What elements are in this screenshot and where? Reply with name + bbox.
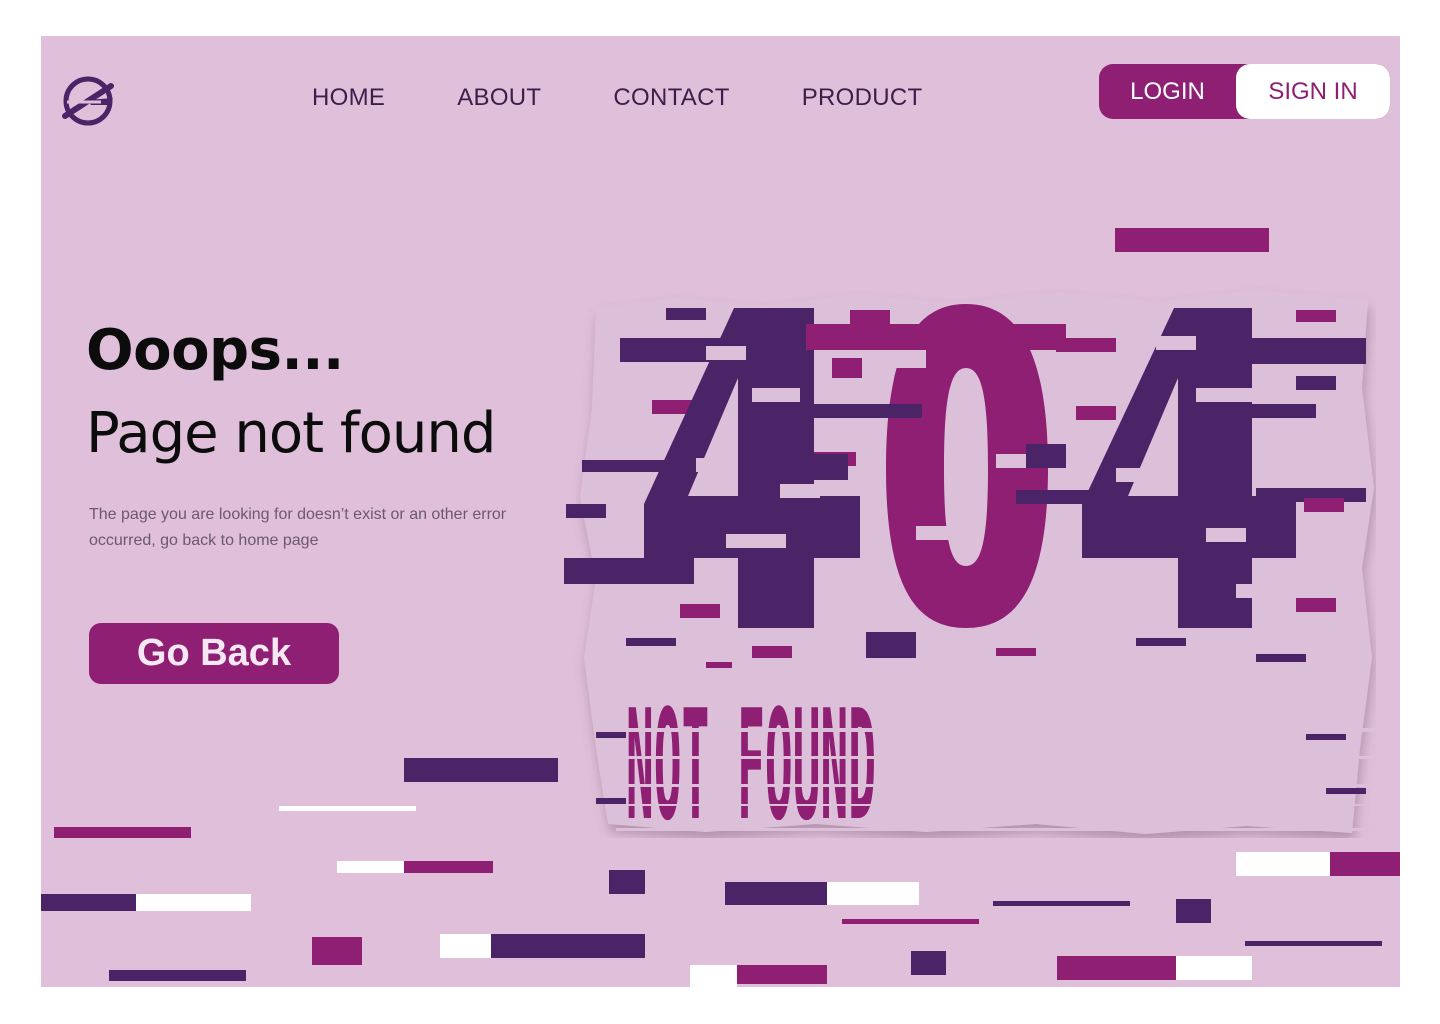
glitch-bar <box>725 882 827 905</box>
main-nav: HOME ABOUT CONTACT PRODUCT <box>312 84 994 112</box>
page-title: Ooops... <box>86 318 344 383</box>
glitch-bar <box>440 934 491 958</box>
glitch-bar <box>737 965 827 984</box>
logo-icon[interactable] <box>61 72 117 128</box>
glitch-bar <box>312 937 362 965</box>
glitch-bar <box>404 758 558 782</box>
glitch-bar <box>993 901 1130 906</box>
glitch-bar <box>1176 899 1211 923</box>
glitch-bar <box>491 934 645 958</box>
nav-contact-link[interactable]: CONTACT <box>613 84 729 112</box>
glitch-bar <box>1236 852 1330 876</box>
page-frame: HOME ABOUT CONTACT PRODUCT LOGIN SIGN IN… <box>41 36 1400 987</box>
glitch-bar <box>136 894 251 911</box>
glitch-bar <box>827 882 919 905</box>
glitch-bar <box>690 965 737 987</box>
nav-product-link[interactable]: PRODUCT <box>802 84 923 112</box>
nav-about-link[interactable]: ABOUT <box>457 84 541 112</box>
login-button[interactable]: LOGIN <box>1099 64 1236 119</box>
glitch-bar <box>1176 956 1252 980</box>
glitch-bar <box>279 806 416 811</box>
page-description: The page you are looking for doesn’t exi… <box>89 506 507 549</box>
glitch-bar <box>1115 228 1269 252</box>
glitch-bar <box>337 861 404 873</box>
glitch-bar <box>911 951 946 975</box>
not-found-illustration: NOT FOUND <box>556 228 1376 854</box>
nav-home-link[interactable]: HOME <box>312 84 385 112</box>
go-back-button[interactable]: Go Back <box>89 623 339 684</box>
glitch-bar <box>1330 852 1400 876</box>
glitch-bar <box>609 870 645 894</box>
page-subtitle: Page not found <box>86 401 496 466</box>
glitch-bar <box>41 894 136 911</box>
glitch-bar <box>109 970 246 981</box>
glitch-bar <box>1057 956 1176 980</box>
signin-button[interactable]: SIGN IN <box>1236 64 1390 119</box>
auth-toggle: LOGIN SIGN IN <box>1099 64 1390 119</box>
glitch-bar <box>842 919 979 924</box>
glitch-bar <box>54 827 191 838</box>
glitch-bar <box>1245 941 1382 946</box>
glitch-bar <box>404 861 493 873</box>
